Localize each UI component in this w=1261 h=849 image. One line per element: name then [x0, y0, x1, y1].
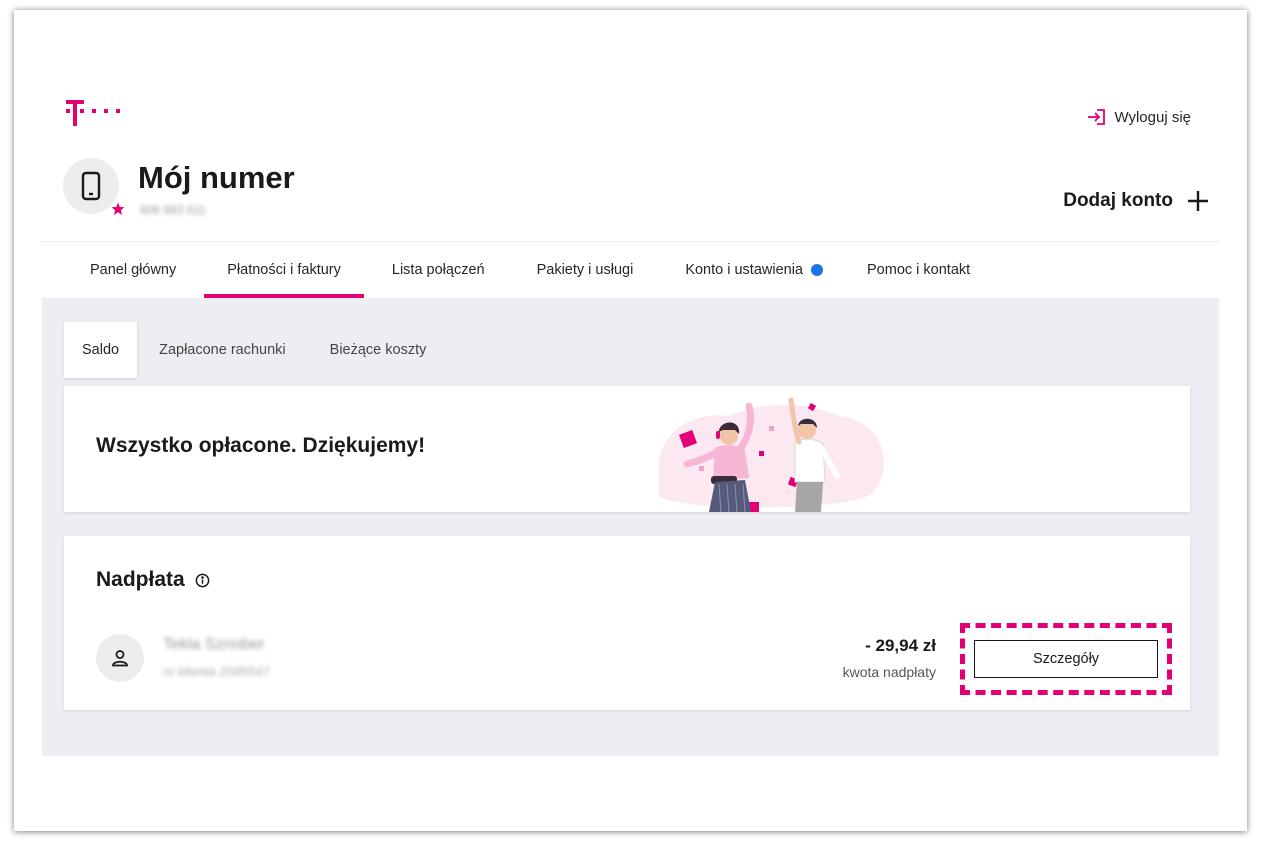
content-area: Saldo Zapłacone rachunki Bieżące koszty …: [42, 298, 1219, 756]
nav-item-account-settings[interactable]: Konto i ustawienia: [659, 242, 843, 298]
telekom-logo[interactable]: [62, 98, 122, 128]
subtabs: Saldo Zapłacone rachunki Bieżące koszty: [64, 322, 448, 378]
smartphone-icon: [81, 171, 101, 201]
nav-item-label: Konto i ustawienia: [685, 262, 803, 278]
logout-icon: [1088, 109, 1106, 125]
page-title: Mój numer: [138, 160, 295, 195]
overpayment-card: Nadpłata Tekla Sznober nr klienta 259554…: [64, 536, 1190, 710]
customer-id: nr klienta 2595547: [163, 664, 270, 679]
subtab-label: Bieżące koszty: [329, 342, 427, 358]
phone-avatar: [63, 158, 125, 215]
add-account-button[interactable]: Dodaj konto: [1063, 190, 1209, 212]
details-button[interactable]: Szczegóły: [974, 640, 1158, 678]
plus-icon: [1188, 191, 1208, 211]
info-icon[interactable]: [195, 573, 210, 588]
subtab-current-costs[interactable]: Bieżące koszty: [308, 322, 449, 378]
nav-item-label: Płatności i faktury: [227, 262, 341, 278]
nav-item-label: Panel główny: [90, 262, 177, 278]
subtab-label: Zapłacone rachunki: [159, 342, 286, 358]
star-icon: [111, 202, 125, 215]
person-icon: [112, 650, 128, 667]
main-nav: Panel główny Płatności i faktury Lista p…: [42, 242, 1219, 298]
paid-message: Wszystko opłacone. Dziękujemy!: [96, 434, 426, 457]
nav-item-payments[interactable]: Płatności i faktury: [204, 242, 364, 298]
subtab-paid-bills[interactable]: Zapłacone rachunki: [137, 322, 308, 378]
nav-item-label: Lista połączeń: [391, 262, 485, 278]
notification-badge: [811, 264, 823, 276]
customer-name: Tekla Sznober: [163, 636, 265, 653]
overpayment-title: Nadpłata: [96, 568, 210, 592]
overpayment-title-text: Nadpłata: [96, 568, 185, 591]
nav-item-calls[interactable]: Lista połączeń: [364, 242, 511, 298]
add-account-label: Dodaj konto: [1063, 190, 1173, 211]
subtab-balance[interactable]: Saldo: [64, 322, 138, 378]
nav-item-packages[interactable]: Pakiety i usługi: [511, 242, 660, 298]
overpayment-amount-label: kwota nadpłaty: [842, 664, 936, 680]
nav-item-dashboard[interactable]: Panel główny: [42, 242, 204, 298]
nav-item-help[interactable]: Pomoc i kontakt: [843, 242, 994, 298]
paid-card: Wszystko opłacone. Dziękujemy!: [64, 386, 1190, 512]
celebration-illustration: [658, 397, 884, 512]
logout-label: Wyloguj się: [1114, 108, 1191, 126]
logout-link[interactable]: Wyloguj się: [1086, 108, 1191, 126]
phone-number: 606 883 611: [140, 203, 206, 217]
nav-item-label: Pomoc i kontakt: [867, 262, 971, 278]
nav-item-label: Pakiety i usługi: [536, 262, 634, 278]
subtab-label: Saldo: [82, 342, 120, 358]
overpayment-amount: - 29,94 zł: [865, 636, 936, 655]
user-avatar: [96, 634, 144, 682]
app-window: Wyloguj się Mój numer 606 883 611 Dodaj …: [14, 10, 1247, 831]
